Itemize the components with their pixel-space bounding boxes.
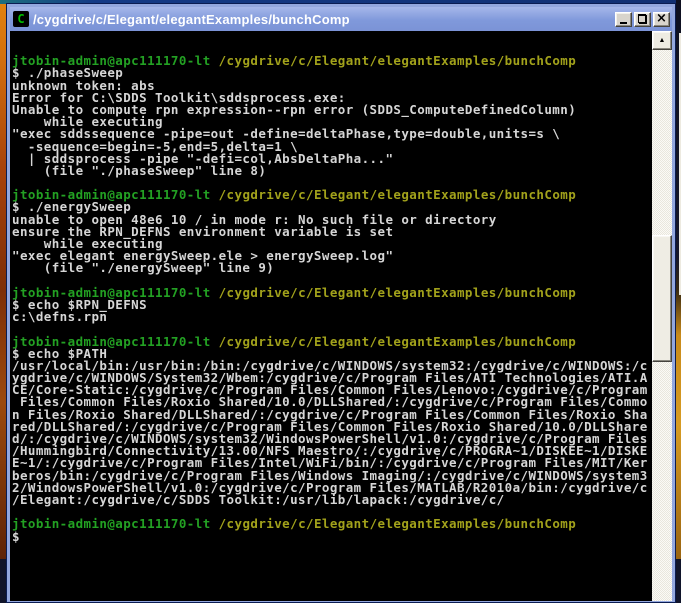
terminal-line: c:\defns.rpn [12,309,108,325]
minimize-button[interactable] [615,11,632,27]
cygwin-icon: C [13,11,29,27]
terminal-line: (file "./phaseSweep" line 8) [12,162,267,178]
scroll-up-button[interactable]: ▲ [652,31,672,50]
window-title: /cygdrive/c/Elegant/elegantExamples/bunc… [33,11,350,27]
terminal-output[interactable]: jtobin-admin@apc111170-lt /cygdrive/c/El… [10,31,652,601]
console-client-area: jtobin-admin@apc111170-lt /cygdrive/c/El… [10,31,672,601]
scrollbar-track[interactable] [652,50,672,601]
terminal-line: jtobin-admin@apc111170-lt /cygdrive/c/El… [12,333,577,349]
terminal-line: $ [12,528,20,544]
restore-button[interactable] [634,11,651,27]
up-arrow-icon: ▲ [658,37,666,44]
cygwin-icon-glyph: C [17,12,25,26]
scrollbar-thumb[interactable] [652,235,672,362]
window-controls: × [615,11,670,27]
close-icon: × [656,11,667,26]
terminal-line: jtobin-admin@apc111170-lt /cygdrive/c/El… [12,516,577,532]
restore-icon [638,14,647,24]
terminal-line: /Elegant:/cygdrive/c/SDDS Toolkit:/usr/l… [12,491,505,507]
terminal-window: C /cygdrive/c/Elegant/elegantExamples/bu… [6,3,676,603]
terminal-line: $ echo $RPN_DEFNS [12,296,148,312]
vertical-scrollbar[interactable]: ▲ [652,31,672,601]
close-button[interactable]: × [653,11,670,27]
title-bar[interactable]: C /cygdrive/c/Elegant/elegantExamples/bu… [10,7,672,31]
minimize-icon [620,21,627,24]
terminal-line: (file "./energySweep" line 9) [12,260,275,276]
